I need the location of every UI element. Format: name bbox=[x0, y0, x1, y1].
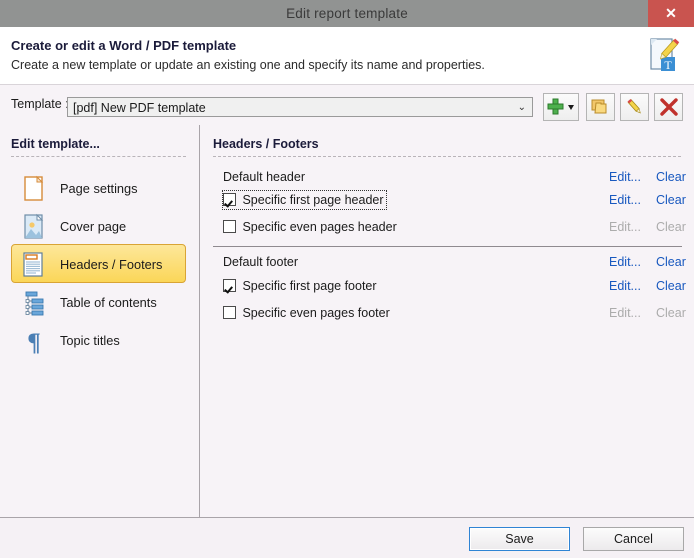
sidebar-item-label: Topic titles bbox=[60, 333, 120, 348]
checkbox-specific-first-page-footer[interactable]: Specific first page footer bbox=[223, 277, 379, 295]
title-bar: Edit report template ✕ bbox=[0, 0, 694, 27]
folder-copy-icon bbox=[591, 99, 606, 114]
checkbox-box bbox=[223, 193, 236, 206]
new-template-button[interactable] bbox=[543, 93, 579, 121]
window-title: Edit report template bbox=[286, 6, 408, 21]
edit-link: Edit... bbox=[609, 306, 641, 320]
svg-text:¶: ¶ bbox=[27, 329, 41, 355]
row-label: Default header bbox=[223, 170, 306, 184]
template-combobox[interactable]: [pdf] New PDF template ⌄ bbox=[67, 97, 533, 117]
sidebar-item-label: Cover page bbox=[60, 219, 127, 234]
sidebar-item-topic-titles[interactable]: ¶ Topic titles bbox=[11, 320, 186, 359]
checkbox-specific-even-pages-footer[interactable]: Specific even pages footer bbox=[223, 304, 392, 322]
sidebar-item-label: Page settings bbox=[60, 181, 138, 196]
checkbox-label: Specific first page header bbox=[242, 193, 384, 207]
panel-heading: Headers / Footers bbox=[213, 137, 319, 151]
checkbox-specific-even-pages-header[interactable]: Specific even pages header bbox=[223, 218, 399, 236]
tree-list-icon bbox=[20, 289, 48, 317]
rename-template-button[interactable] bbox=[620, 93, 649, 121]
cancel-button[interactable]: Cancel bbox=[583, 527, 684, 551]
sidebar-item-table-of-contents[interactable]: Table of contents bbox=[11, 282, 186, 321]
green-plus-dropdown-icon bbox=[547, 98, 574, 115]
sidebar-item-label: Headers / Footers bbox=[60, 257, 163, 272]
row-specific-first-page-footer: Specific first page footer Edit... Clear bbox=[213, 275, 686, 297]
pilcrow-icon: ¶ bbox=[20, 327, 48, 356]
clear-link: Clear bbox=[656, 306, 686, 320]
sidebar-item-cover-page[interactable]: Cover page bbox=[11, 206, 186, 245]
chevron-down-icon: ⌄ bbox=[517, 102, 526, 113]
page-icon bbox=[20, 175, 48, 203]
checkbox-label: Specific first page footer bbox=[242, 279, 377, 293]
clear-link[interactable]: Clear bbox=[656, 275, 686, 297]
delete-template-button[interactable] bbox=[654, 93, 683, 121]
edit-link[interactable]: Edit... bbox=[609, 275, 641, 297]
edit-template-sidebar: Edit template... Page settings Cover pag… bbox=[0, 125, 200, 517]
cover-image-icon bbox=[20, 213, 48, 241]
document-edit-template-icon: T bbox=[642, 35, 684, 77]
dialog-header-subtitle: Create a new template or update an exist… bbox=[11, 58, 485, 72]
dialog-header-title: Create or edit a Word / PDF template bbox=[11, 38, 237, 53]
checkbox-label: Specific even pages header bbox=[242, 220, 397, 234]
edit-link[interactable]: Edit... bbox=[609, 189, 641, 211]
row-specific-even-pages-header: Specific even pages header Edit... Clear bbox=[213, 216, 686, 238]
svg-text:T: T bbox=[664, 58, 672, 72]
edit-link[interactable]: Edit... bbox=[609, 166, 641, 188]
row-label: Default footer bbox=[223, 255, 299, 269]
checkbox-specific-first-page-header[interactable]: Specific first page header bbox=[222, 190, 387, 210]
panel-heading-divider bbox=[213, 156, 681, 157]
checkbox-box bbox=[223, 220, 236, 233]
clear-link[interactable]: Clear bbox=[656, 166, 686, 188]
header-footer-icon bbox=[20, 251, 48, 279]
window-close-button[interactable]: ✕ bbox=[648, 0, 694, 27]
checkbox-box bbox=[223, 279, 236, 292]
edit-report-template-dialog: Edit report template ✕ Create or edit a … bbox=[0, 0, 694, 558]
row-specific-even-pages-footer: Specific even pages footer Edit... Clear bbox=[213, 302, 686, 324]
pencil-icon bbox=[626, 98, 641, 114]
save-button[interactable]: Save bbox=[469, 527, 570, 551]
edit-link[interactable]: Edit... bbox=[609, 251, 641, 273]
row-default-footer: Default footer Edit... Clear bbox=[213, 251, 686, 273]
dialog-footer: Save Cancel bbox=[0, 517, 694, 558]
clear-link: Clear bbox=[656, 220, 686, 234]
sidebar-item-page-settings[interactable]: Page settings bbox=[11, 168, 186, 207]
checkbox-box bbox=[223, 306, 236, 319]
sidebar-item-headers-footers[interactable]: Headers / Footers bbox=[11, 244, 186, 283]
section-divider bbox=[213, 246, 682, 247]
red-x-icon bbox=[659, 98, 678, 116]
clear-link[interactable]: Clear bbox=[656, 251, 686, 273]
close-icon: ✕ bbox=[665, 5, 677, 21]
row-default-header: Default header Edit... Clear bbox=[213, 166, 686, 188]
template-combobox-value: [pdf] New PDF template bbox=[73, 101, 206, 115]
dialog-header: Create or edit a Word / PDF template Cre… bbox=[0, 27, 694, 85]
sidebar-item-label: Table of contents bbox=[60, 295, 157, 310]
sidebar-heading: Edit template... bbox=[11, 137, 100, 151]
checkbox-label: Specific even pages footer bbox=[242, 306, 390, 320]
row-specific-first-page-header: Specific first page header Edit... Clear bbox=[213, 189, 686, 211]
edit-link: Edit... bbox=[609, 220, 641, 234]
clear-link[interactable]: Clear bbox=[656, 189, 686, 211]
headers-footers-panel: Headers / Footers Default header Edit...… bbox=[201, 125, 694, 517]
sidebar-heading-divider bbox=[11, 156, 186, 157]
template-label: Template : bbox=[11, 97, 69, 111]
duplicate-template-button[interactable] bbox=[586, 93, 615, 121]
